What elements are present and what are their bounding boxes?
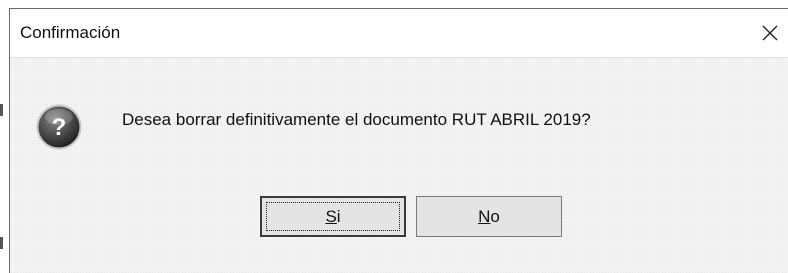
background-edge-mark [0,237,3,249]
dialog-message: Desea borrar definitivamente el document… [122,110,591,129]
close-button[interactable] [750,17,788,49]
yes-button-label: i [336,206,341,226]
background-edge-mark [0,104,3,116]
confirmation-dialog: Confirmación ? Desea borrar definitivame… [9,8,788,273]
no-button-mnemonic: N [478,206,491,226]
close-icon [762,25,778,41]
dialog-body: ? Desea borrar definitivamente el docume… [10,57,788,273]
dialog-titlebar[interactable]: Confirmación [10,9,788,57]
question-icon: ? [36,104,82,150]
svg-text:?: ? [52,114,67,141]
dialog-title: Confirmación [20,23,121,42]
no-button[interactable]: No [416,196,562,237]
no-button-label: o [490,206,500,226]
screen: Confirmación ? Desea borrar definitivame… [0,0,788,273]
yes-button[interactable]: Si [260,196,406,237]
yes-button-mnemonic: S [325,206,337,226]
